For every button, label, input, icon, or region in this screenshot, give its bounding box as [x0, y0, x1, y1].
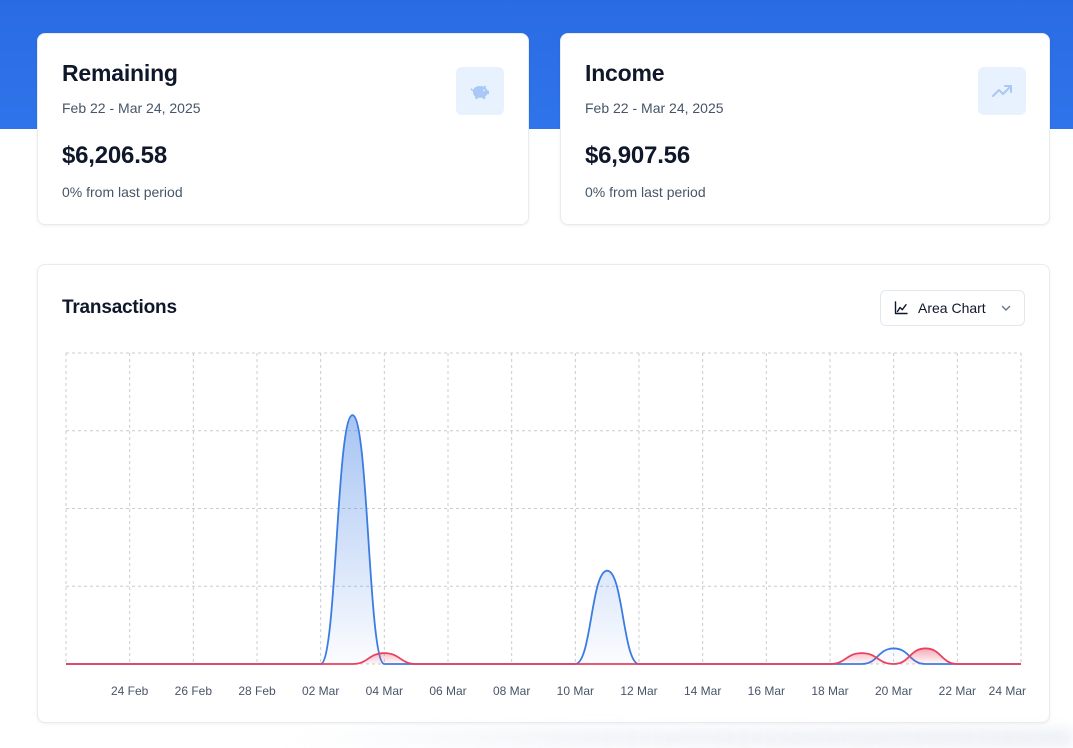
series-line-0 [66, 414, 1021, 665]
x-tick-label: 04 Mar [366, 684, 403, 698]
x-tick-label: 24 Mar [989, 684, 1026, 698]
x-tick-label: 22 Mar [939, 684, 976, 698]
transactions-area-chart: 24 Feb 26 Feb 28 Feb 02 Mar 04 Mar 06 Mar 08 M… [65, 352, 1026, 698]
x-tick-label: 28 Feb [238, 684, 276, 698]
x-tick-label: 20 Mar [875, 684, 912, 698]
x-tick-label: 10 Mar [557, 684, 594, 698]
series-area-0 [66, 415, 1021, 664]
x-tick-label: 06 Mar [429, 684, 466, 698]
x-tick-label: 12 Mar [620, 684, 657, 698]
x-tick-label: 24 Feb [111, 684, 149, 698]
x-tick-label: 16 Mar [748, 684, 785, 698]
x-tick-label: 02 Mar [302, 684, 339, 698]
x-tick-label: 18 Mar [811, 684, 848, 698]
bottom-shadow [280, 728, 1073, 748]
x-tick-label: 26 Feb [175, 684, 213, 698]
x-tick-label: 08 Mar [493, 684, 530, 698]
x-tick-label: 14 Mar [684, 684, 721, 698]
